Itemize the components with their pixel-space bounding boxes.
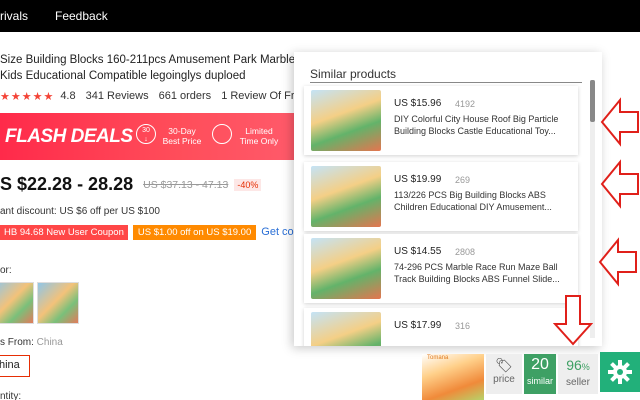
scrollbar-thumb[interactable] <box>590 80 595 122</box>
price-tag-icon: 🏷 <box>495 357 513 373</box>
price-range: S $22.28 - 28.28 <box>0 174 134 194</box>
seller-percent: 96 <box>566 357 582 373</box>
left-arrow-icon <box>600 159 639 209</box>
best-price-text: 30-Day Best Price <box>162 126 202 146</box>
reviews-link[interactable]: 341 Reviews <box>86 90 149 102</box>
color-option-1[interactable] <box>0 282 34 324</box>
similar-product-card[interactable]: US $15.96 4192 DIY Colorful City House R… <box>304 86 578 155</box>
settings-button[interactable] <box>600 352 640 392</box>
down-arrow-icon <box>553 295 593 346</box>
product-image <box>311 312 381 346</box>
limited-time-text: Limited Time Only <box>239 126 279 146</box>
product-image <box>311 238 381 299</box>
store-coupon[interactable]: US $1.00 off on US $19.00 <box>132 224 257 240</box>
orders-count: 661 orders <box>158 90 212 102</box>
product-orders: 316 <box>455 321 471 331</box>
product-orders: 4192 <box>455 99 476 109</box>
product-orders: 269 <box>455 175 471 185</box>
seller-rating-button[interactable]: 96% seller <box>558 354 598 394</box>
brand-logo: Tomana <box>427 355 449 361</box>
color-label: or: <box>0 265 12 276</box>
calendar-30-icon: 30 ↓ <box>136 124 156 144</box>
instant-discount: ant discount: US $6 off per US $100 <box>0 206 160 217</box>
product-title: Size Building Blocks 160-211pcs Amusemen… <box>0 54 300 82</box>
extension-widget: Tomana 🏷 price 20 similar 96% seller <box>418 350 640 400</box>
gear-icon <box>608 360 632 384</box>
nav-item-feedback[interactable]: Feedback <box>55 9 108 23</box>
clock-icon <box>212 124 232 144</box>
price-history-button[interactable]: 🏷 price <box>486 354 522 394</box>
similar-product-card[interactable]: US $19.99 269 113/226 PCS Big Building B… <box>304 162 578 231</box>
left-arrow-icon <box>598 237 637 287</box>
product-name: DIY Colorful City House Roof Big Particl… <box>394 114 559 136</box>
product-price: US $15.96 <box>394 98 442 109</box>
top-nav-bar: rivals Feedback <box>0 0 640 32</box>
similar-product-card[interactable]: US $17.99 316 <box>304 308 578 346</box>
similar-button[interactable]: 20 similar <box>524 354 556 394</box>
flash-deals-title: FLASH DEALS <box>5 126 133 147</box>
nav-item-arrivals[interactable]: rivals <box>0 9 28 23</box>
product-name: 113/226 PCS Big Building Blocks ABS Chil… <box>394 190 552 212</box>
discount-badge: -40% <box>234 178 262 191</box>
rating-value: 4.8 <box>60 90 76 102</box>
product-image <box>311 90 381 151</box>
product-price: US $14.55 <box>394 246 442 257</box>
old-price: US $37.13 - 47.13 <box>143 178 229 191</box>
product-image <box>311 166 381 227</box>
star-rating-icon: ★★★★★ <box>0 90 55 103</box>
similar-product-card[interactable]: US $14.55 2808 74-296 PCS Marble Race Ru… <box>304 234 578 303</box>
product-orders: 2808 <box>455 247 476 257</box>
similar-count: 20 <box>531 356 549 373</box>
similar-products-title: Similar products <box>310 67 582 83</box>
product-name: 74-296 PCS Marble Race Run Maze Ball Tra… <box>394 262 560 284</box>
price-row: S $22.28 - 28.28 US $37.13 - 47.13 -40% <box>0 174 262 195</box>
coupon-row: HB 94.68 New User Coupon US $1.00 off on… <box>0 224 312 240</box>
ships-from-value: China <box>36 337 63 348</box>
product-price: US $19.99 <box>394 174 442 185</box>
color-option-2[interactable] <box>37 282 79 324</box>
product-thumbnail: Tomana <box>422 354 484 400</box>
quantity-label: ntity: <box>0 391 22 400</box>
new-user-coupon[interactable]: HB 94.68 New User Coupon <box>0 224 128 240</box>
ships-from: s From: China <box>0 337 63 348</box>
rating-row: ★★★★★ 4.8 341 Reviews 661 orders 1 Revie… <box>0 89 307 103</box>
ships-from-china-option[interactable]: hina <box>0 355 30 377</box>
left-arrow-icon <box>600 97 639 147</box>
product-price: US $17.99 <box>394 320 442 331</box>
flash-deals-banner: FLASH DEALS 30 ↓ 30-Day Best Price Limite… <box>0 113 296 160</box>
